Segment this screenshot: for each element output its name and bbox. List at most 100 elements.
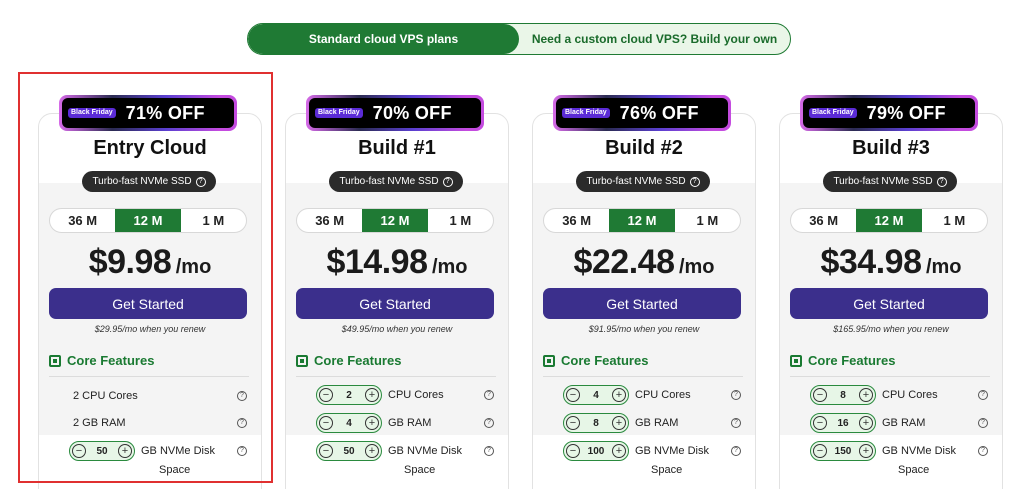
term-selector[interactable]: 36 M 12 M 1 M [543, 208, 741, 233]
get-started-button[interactable]: Get Started [790, 288, 988, 319]
minus-icon[interactable]: − [319, 416, 333, 430]
help-icon[interactable]: ? [978, 390, 988, 400]
ssd-label: Turbo-fast NVMe SSD [586, 176, 686, 187]
help-icon[interactable]: ? [978, 446, 988, 456]
renew-price: $165.95/mo when you renew [833, 324, 949, 334]
ram-stepper[interactable]: −16 + [810, 413, 876, 433]
cpu-stepper[interactable]: − 8 + [810, 385, 876, 405]
price-period: /mo [431, 256, 468, 278]
ram-value: 4 [346, 417, 352, 429]
term-12m[interactable]: 12 M [856, 209, 922, 232]
ram-value: 8 [593, 417, 599, 429]
plus-icon[interactable]: + [365, 388, 379, 402]
disk-stepper[interactable]: −150 + [810, 441, 876, 461]
help-icon[interactable]: ? [442, 176, 453, 187]
plus-icon[interactable]: + [859, 416, 873, 430]
cpu-value: 8 [840, 389, 846, 401]
term-36m[interactable]: 36 M [544, 209, 609, 232]
plan-name: Build #1 [358, 137, 436, 159]
term-1m[interactable]: 1 M [922, 209, 987, 232]
price-amount: $34.98 [820, 243, 922, 281]
term-1m[interactable]: 1 M [675, 209, 740, 232]
term-36m[interactable]: 36 M [297, 209, 362, 232]
help-icon[interactable]: ? [484, 418, 494, 428]
term-selector[interactable]: 36 M 12 M 1 M [790, 208, 988, 233]
minus-icon[interactable]: − [319, 388, 333, 402]
price: $34.98 /mo [776, 243, 1006, 282]
discount-text: 79% OFF [866, 102, 946, 123]
divider [790, 376, 990, 377]
ssd-pill: Turbo-fast NVMe SSD? [576, 171, 710, 192]
divider [543, 376, 743, 377]
disk-label-2: Space [404, 464, 436, 476]
discount-text: 76% OFF [619, 102, 699, 123]
cpu-chip-icon [296, 354, 308, 367]
ram-label: GB RAM [882, 417, 926, 429]
ram-value: 16 [837, 417, 849, 429]
plus-icon[interactable]: + [612, 388, 626, 402]
term-36m[interactable]: 36 M [791, 209, 856, 232]
price-amount: $14.98 [326, 243, 428, 281]
cpu-value: 4 [593, 389, 599, 401]
minus-icon[interactable]: − [566, 444, 580, 458]
ram-feature: −16 + GB RAM ? [790, 413, 988, 433]
cpu-chip-icon [790, 354, 802, 367]
plan-type-toggle[interactable]: Standard cloud VPS plans Need a custom c… [247, 23, 791, 55]
cpu-feature: − 8 + CPU Cores ? [790, 385, 988, 405]
disk-label-2: Space [898, 464, 930, 476]
disk-value: 150 [834, 445, 852, 457]
plus-icon[interactable]: + [365, 416, 379, 430]
plan-name: Build #3 [852, 137, 930, 159]
cpu-stepper[interactable]: − 2 + [316, 385, 382, 405]
divider [296, 376, 496, 377]
help-icon[interactable]: ? [978, 418, 988, 428]
ram-stepper[interactable]: − 4 + [316, 413, 382, 433]
disk-stepper[interactable]: −100 + [563, 441, 629, 461]
tab-build-your-own[interactable]: Need a custom cloud VPS? Build your own [519, 24, 790, 54]
tab-standard-plans[interactable]: Standard cloud VPS plans [248, 24, 519, 54]
get-started-button[interactable]: Get Started [296, 288, 494, 319]
cpu-stepper[interactable]: − 4 + [563, 385, 629, 405]
help-icon[interactable]: ? [731, 390, 741, 400]
minus-icon[interactable]: − [813, 444, 827, 458]
ram-stepper[interactable]: − 8 + [563, 413, 629, 433]
black-friday-label: Black Friday [562, 108, 610, 118]
ram-feature: − 4 + GB RAM ? [296, 413, 494, 433]
get-started-button[interactable]: Get Started [543, 288, 741, 319]
help-icon[interactable]: ? [936, 176, 947, 187]
help-icon[interactable]: ? [484, 390, 494, 400]
minus-icon[interactable]: − [813, 388, 827, 402]
core-features-label: Core Features [561, 353, 649, 368]
plus-icon[interactable]: + [859, 444, 873, 458]
disk-label: GB NVMe Disk [635, 445, 709, 457]
cpu-chip-icon [543, 354, 555, 367]
term-selector[interactable]: 36 M 12 M 1 M [296, 208, 494, 233]
term-1m[interactable]: 1 M [428, 209, 493, 232]
minus-icon[interactable]: − [566, 416, 580, 430]
plan-card-build-2: Black Friday 76% OFF Build #2 Turbo-fast… [529, 95, 759, 489]
plus-icon[interactable]: + [365, 444, 379, 458]
term-12m[interactable]: 12 M [362, 209, 428, 232]
minus-icon[interactable]: − [566, 388, 580, 402]
minus-icon[interactable]: − [813, 416, 827, 430]
help-icon[interactable]: ? [731, 418, 741, 428]
discount-badge: Black Friday 76% OFF [553, 95, 731, 131]
plus-icon[interactable]: + [612, 444, 626, 458]
price-period: /mo [925, 256, 962, 278]
disk-stepper[interactable]: −50 + [316, 441, 382, 461]
disk-label-cont: Space [543, 464, 741, 476]
plus-icon[interactable]: + [612, 416, 626, 430]
plus-icon[interactable]: + [859, 388, 873, 402]
help-icon[interactable]: ? [731, 446, 741, 456]
ram-label: GB RAM [635, 417, 679, 429]
help-icon[interactable]: ? [484, 446, 494, 456]
disk-label-cont: Space [790, 464, 988, 476]
plan-card-build-3: Black Friday 79% OFF Build #3 Turbo-fast… [776, 95, 1006, 489]
term-12m[interactable]: 12 M [609, 209, 675, 232]
core-features-label: Core Features [314, 353, 402, 368]
help-icon[interactable]: ? [689, 176, 700, 187]
ssd-label: Turbo-fast NVMe SSD [339, 176, 439, 187]
minus-icon[interactable]: − [319, 444, 333, 458]
ssd-pill: Turbo-fast NVMe SSD? [329, 171, 463, 192]
ssd-label: Turbo-fast NVMe SSD [833, 176, 933, 187]
